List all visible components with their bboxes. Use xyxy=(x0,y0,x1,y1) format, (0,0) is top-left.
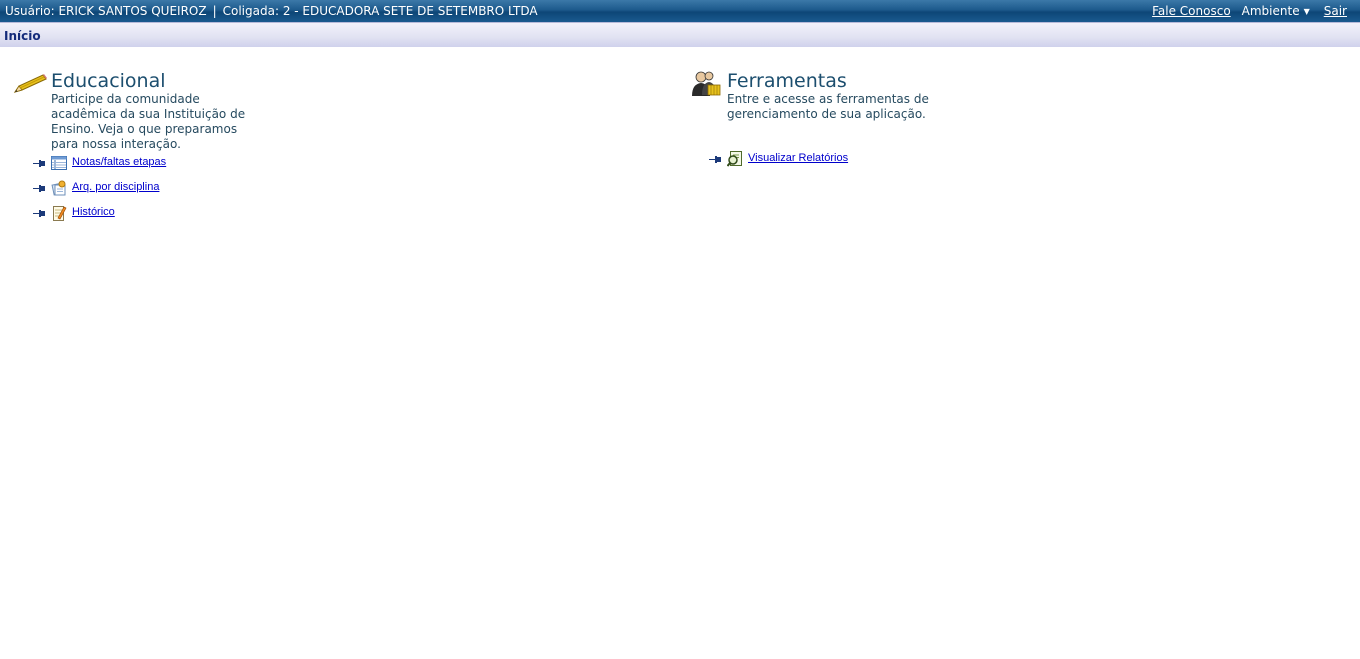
user-label: Usuário: ERICK SANTOS QUEIROZ xyxy=(5,4,207,18)
ferramentas-description: Entre e acesse as ferramentas de gerenci… xyxy=(727,92,929,121)
link-row-notas[interactable]: Notas/faltas etapas xyxy=(33,155,193,171)
bullet-pin-icon xyxy=(33,160,45,167)
ambiente-label: Ambiente xyxy=(1241,4,1300,18)
arq-disciplina-link[interactable]: Arq. por disciplina xyxy=(72,181,159,193)
link-row-arquivos[interactable]: Arq. por disciplina xyxy=(33,180,193,196)
bullet-pin-icon xyxy=(33,210,45,217)
files-icon xyxy=(51,180,66,196)
report-magnifier-icon xyxy=(727,151,742,167)
educacional-description: Participe da comunidade acadêmica da sua… xyxy=(51,92,246,151)
educacional-title: Educacional xyxy=(51,70,166,92)
exit-link[interactable]: Sair xyxy=(1324,4,1347,18)
ferramentas-title: Ferramentas xyxy=(727,70,847,92)
notas-faltas-link[interactable]: Notas/faltas etapas xyxy=(72,156,166,168)
separator: | xyxy=(212,4,217,18)
ambiente-menu[interactable]: Ambiente ▼ xyxy=(1242,4,1310,18)
top-bar: Usuário: ERICK SANTOS QUEIROZ | Coligada: … xyxy=(0,0,1360,22)
bullet-pin-icon xyxy=(709,156,721,163)
notepad-pencil-icon xyxy=(53,206,67,221)
top-actions: Fale Conosco Ambiente ▼ Sair xyxy=(1152,0,1347,24)
people-tools-icon xyxy=(692,71,721,96)
historico-link[interactable]: Histórico xyxy=(72,206,115,218)
caret-down-icon: ▼ xyxy=(1303,7,1310,16)
link-row-historico[interactable]: Histórico xyxy=(33,205,193,221)
link-row-relatorios[interactable]: Visualizar Relatórios xyxy=(709,151,879,167)
contact-link[interactable]: Fale Conosco xyxy=(1152,4,1231,18)
breadcrumb: Início xyxy=(0,22,1360,47)
coligada-label: Coligada: 2 - EDUCADORA SETE DE SETEMBRO… xyxy=(222,4,538,18)
visualizar-relatorios-link[interactable]: Visualizar Relatórios xyxy=(748,152,848,164)
session-info: Usuário: ERICK SANTOS QUEIROZ | Coligada: … xyxy=(5,0,538,22)
bullet-pin-icon xyxy=(33,185,45,192)
breadcrumb-current: Início xyxy=(4,29,41,43)
pencil-icon xyxy=(13,74,47,93)
grid-table-icon xyxy=(51,156,67,170)
